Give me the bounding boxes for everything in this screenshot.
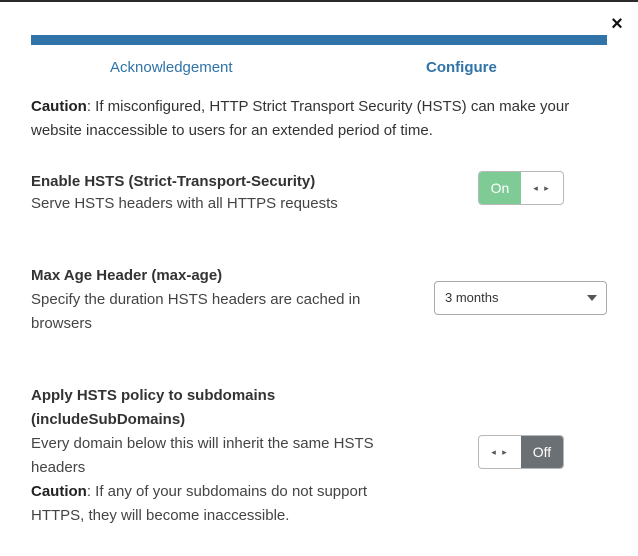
wizard-progress-bar <box>31 35 607 45</box>
max-age-description: Specify the duration HSTS headers are ca… <box>31 291 361 332</box>
caution-label: Caution <box>31 98 87 115</box>
caution-label: Caution <box>31 483 87 500</box>
step-acknowledgement[interactable]: Acknowledgement <box>110 59 233 77</box>
close-icon[interactable]: × <box>607 12 627 36</box>
chevron-down-icon <box>587 295 597 301</box>
step-configure[interactable]: Configure <box>426 59 497 77</box>
intro-caution: Caution: If misconfigured, HTTP Strict T… <box>31 95 601 143</box>
subdomains-toggle[interactable]: ◂ ▸ Off <box>478 435 564 469</box>
subdomains-title: Apply HSTS policy to subdomains (include… <box>31 387 276 428</box>
caution-message: : If misconfigured, HTTP Strict Transpor… <box>31 98 570 139</box>
subdomains-caution: Caution: If any of your subdomains do no… <box>31 480 421 528</box>
enable-hsts-description: Serve HSTS headers with all HTTPS reques… <box>31 195 338 212</box>
toggle-handle-icon: ◂ ▸ <box>491 446 509 457</box>
hsts-modal: × Acknowledgement Configure Caution: If … <box>0 0 638 556</box>
max-age-title: Max Age Header (max-age) <box>31 267 223 284</box>
max-age-selected-value: 3 months <box>445 290 499 305</box>
enable-hsts-title: Enable HSTS (Strict-Transport-Security) <box>31 173 316 190</box>
enable-hsts-toggle[interactable]: On ◂ ▸ <box>478 171 564 205</box>
subdomains-description: Every domain below this will inherit the… <box>31 435 374 476</box>
max-age-select[interactable]: 3 months <box>434 281 607 315</box>
modal-top-border <box>0 0 638 2</box>
toggle-handle-icon: ◂ ▸ <box>533 182 551 193</box>
toggle-off-label: Off <box>521 436 563 468</box>
toggle-on-label: On <box>479 172 521 204</box>
